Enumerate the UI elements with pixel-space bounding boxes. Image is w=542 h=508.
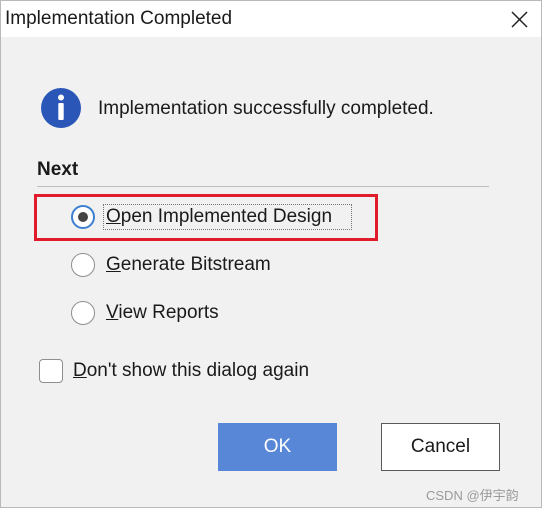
window-title: Implementation Completed xyxy=(5,8,233,29)
radio-dot xyxy=(78,212,88,222)
info-icon xyxy=(41,88,81,128)
section-divider xyxy=(37,186,489,187)
radio-button-selected[interactable] xyxy=(71,205,95,229)
implementation-completed-dialog: Implementation Completed Implementation … xyxy=(0,0,542,508)
dont-show-again-checkbox-row[interactable]: Don't show this dialog again xyxy=(39,358,359,386)
title-bar: Implementation Completed xyxy=(1,1,541,37)
next-section-label: Next xyxy=(37,159,79,180)
cancel-button[interactable]: Cancel xyxy=(381,423,500,471)
close-icon xyxy=(511,11,528,28)
watermark-text: CSDN @伊宇韵 xyxy=(426,488,519,503)
radio-label-view-reports[interactable]: View Reports xyxy=(106,302,219,324)
ok-button[interactable]: OK xyxy=(218,423,337,471)
radio-button[interactable] xyxy=(71,253,95,277)
radio-view-reports[interactable]: View Reports xyxy=(71,300,371,328)
radio-button[interactable] xyxy=(71,301,95,325)
status-message: Implementation successfully completed. xyxy=(98,98,434,119)
focus-indicator xyxy=(103,204,352,230)
radio-label-generate-bitstream[interactable]: Generate Bitstream xyxy=(106,254,271,276)
dont-show-again-label[interactable]: Don't show this dialog again xyxy=(73,360,309,382)
radio-generate-bitstream[interactable]: Generate Bitstream xyxy=(71,252,371,280)
close-button[interactable] xyxy=(499,1,541,37)
dont-show-again-checkbox[interactable] xyxy=(39,359,63,383)
